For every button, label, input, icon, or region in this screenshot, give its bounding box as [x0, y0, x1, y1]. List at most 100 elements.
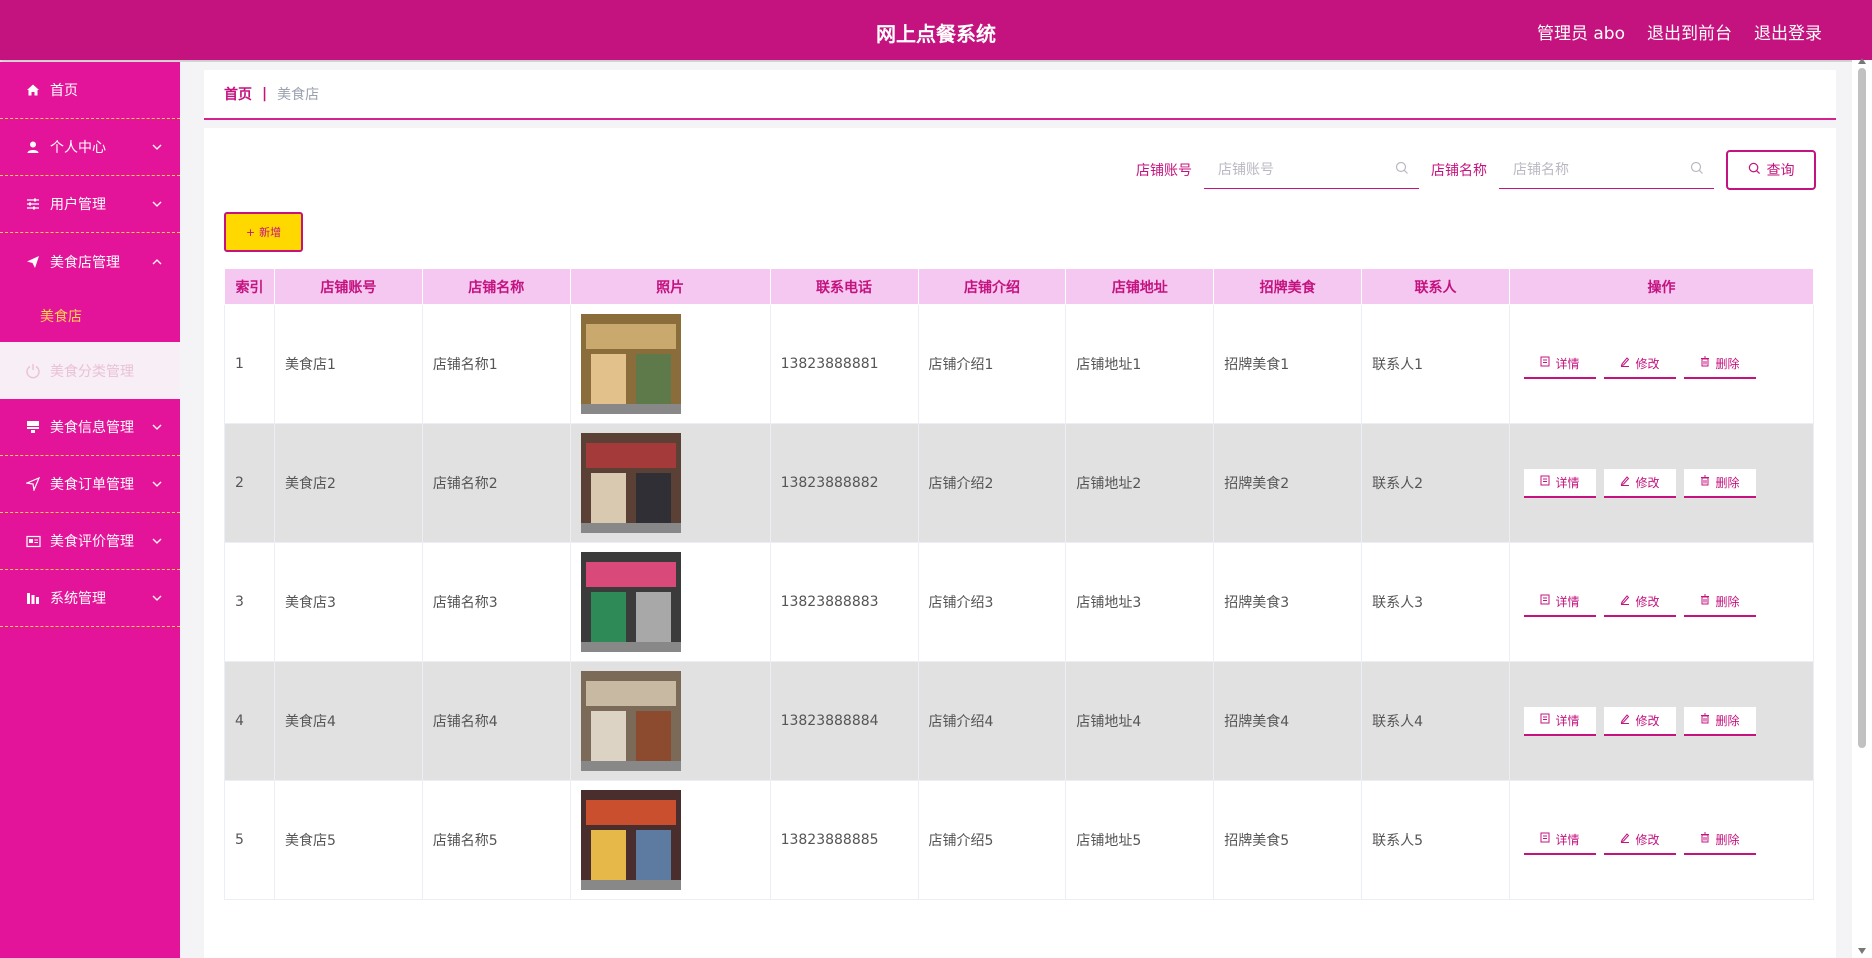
- search-icon: [1395, 161, 1409, 179]
- actions-cell: 详情 修改 删除: [1508, 542, 1815, 662]
- photo-cell: [569, 661, 771, 781]
- table-row: 3 美食店3 店铺名称3 13823888883 店铺介绍3 店铺地址3 招牌美食3 联系人3…: [224, 542, 1815, 662]
- column-header: 操作: [1508, 268, 1815, 305]
- sidebar-item-orders[interactable]: 美食订单管理: [0, 456, 180, 513]
- name-search-field[interactable]: [1499, 151, 1714, 189]
- card-icon: [24, 532, 42, 550]
- cell-contact: 联系人5: [1361, 780, 1510, 900]
- delete-button[interactable]: 删除: [1683, 825, 1756, 855]
- detail-button[interactable]: 详情: [1523, 825, 1596, 855]
- edit-button[interactable]: 修改: [1603, 468, 1676, 498]
- shop-photo: [580, 314, 681, 414]
- sidebar-item-shops[interactable]: 美食店管理: [0, 233, 180, 290]
- column-header[interactable]: 联系电话: [769, 268, 919, 305]
- edit-button[interactable]: 修改: [1603, 349, 1676, 379]
- table-body: 1 美食店1 店铺名称1 13823888881 店铺介绍1 店铺地址1 招牌美食1 联系人1…: [224, 304, 1815, 900]
- delete-button[interactable]: 删除: [1683, 587, 1756, 617]
- photo-cell: [569, 423, 771, 543]
- cell-address: 店铺地址4: [1065, 661, 1215, 781]
- sidebar-item-label: 个人中心: [50, 140, 106, 156]
- account-search-input[interactable]: [1218, 161, 1378, 178]
- cell-food: 招牌美食5: [1213, 780, 1363, 900]
- document-icon: [1540, 713, 1550, 727]
- scroll-thumb[interactable]: [1858, 68, 1866, 748]
- cell-contact: 联系人2: [1361, 423, 1510, 543]
- delete-button[interactable]: 删除: [1683, 706, 1756, 736]
- edit-icon: [1620, 713, 1630, 727]
- sidebar-item-label: 美食信息管理: [50, 420, 134, 436]
- breadcrumb-separator: |: [262, 86, 268, 102]
- search-icon: [1690, 161, 1704, 179]
- breadcrumb-current: 美食店: [277, 87, 320, 103]
- trash-icon: [1700, 713, 1710, 727]
- shop-photo: [580, 671, 681, 771]
- add-button-label: 新增: [259, 226, 282, 239]
- cell-contact: 联系人3: [1361, 542, 1510, 662]
- chevron-down-icon: [152, 139, 162, 155]
- detail-button[interactable]: 详情: [1523, 349, 1596, 379]
- cell-intro: 店铺介绍1: [917, 304, 1067, 424]
- top-header: 网上点餐系统 管理员 abo 退出到前台 退出登录: [0, 0, 1872, 60]
- page-scrollbar[interactable]: [1852, 58, 1872, 958]
- sidebar-item-food-info[interactable]: 美食信息管理: [0, 399, 180, 456]
- sidebar-item-home[interactable]: 首页: [0, 62, 180, 119]
- detail-button[interactable]: 详情: [1523, 706, 1596, 736]
- cell-index: 4: [224, 661, 275, 781]
- cell-account: 美食店4: [273, 661, 423, 781]
- cell-phone: 13823888883: [769, 542, 919, 662]
- detail-label: 详情: [1555, 356, 1580, 371]
- account-search-field[interactable]: [1204, 151, 1419, 189]
- delete-button[interactable]: 删除: [1683, 468, 1756, 498]
- column-header[interactable]: 招牌美食: [1213, 268, 1363, 305]
- edit-button[interactable]: 修改: [1603, 825, 1676, 855]
- column-header[interactable]: 联系人: [1361, 268, 1510, 305]
- column-header[interactable]: 店铺介绍: [917, 268, 1067, 305]
- edit-label: 修改: [1635, 356, 1660, 371]
- cell-contact: 联系人1: [1361, 304, 1510, 424]
- cell-index: 1: [224, 304, 275, 424]
- column-header[interactable]: 店铺账号: [273, 268, 423, 305]
- document-icon: [1540, 356, 1550, 370]
- detail-button[interactable]: 详情: [1523, 468, 1596, 498]
- edit-button[interactable]: 修改: [1603, 587, 1676, 617]
- power-icon: [24, 362, 42, 380]
- detail-button[interactable]: 详情: [1523, 587, 1596, 617]
- name-search-input[interactable]: [1513, 161, 1673, 178]
- edit-button[interactable]: 修改: [1603, 706, 1676, 736]
- column-header[interactable]: 店铺地址: [1065, 268, 1215, 305]
- back-to-front-link[interactable]: 退出到前台: [1647, 19, 1732, 44]
- sidebar-item-label: 系统管理: [50, 591, 106, 607]
- logout-link[interactable]: 退出登录: [1754, 19, 1822, 44]
- delete-label: 删除: [1715, 475, 1740, 490]
- sidebar-item-reviews[interactable]: 美食评价管理: [0, 513, 180, 570]
- cell-index: 3: [224, 542, 275, 662]
- chart-icon: [24, 589, 42, 607]
- column-header[interactable]: 索引: [224, 268, 275, 305]
- cell-address: 店铺地址3: [1065, 542, 1215, 662]
- chevron-down-icon: [152, 590, 162, 606]
- sidebar-item-personal[interactable]: 个人中心: [0, 119, 180, 176]
- query-button[interactable]: 查询: [1726, 150, 1816, 190]
- column-header[interactable]: 照片: [569, 268, 771, 305]
- sidebar-item-category[interactable]: 美食分类管理: [0, 342, 180, 399]
- sidebar-item-label: 用户管理: [50, 197, 106, 213]
- shop-table: 索引 店铺账号 店铺名称 照片 联系电话 店铺介绍 店铺地址 招牌美食 联系人 …: [224, 268, 1815, 900]
- sidebar-item-users[interactable]: 用户管理: [0, 176, 180, 233]
- cell-address: 店铺地址1: [1065, 304, 1215, 424]
- detail-label: 详情: [1555, 832, 1580, 847]
- actions-cell: 详情 修改 删除: [1508, 780, 1815, 900]
- add-button[interactable]: + 新增: [224, 212, 303, 252]
- column-header[interactable]: 店铺名称: [421, 268, 571, 305]
- trash-icon: [1700, 832, 1710, 846]
- cell-intro: 店铺介绍2: [917, 423, 1067, 543]
- scroll-up-arrow-icon[interactable]: [1858, 58, 1866, 64]
- delete-button[interactable]: 删除: [1683, 349, 1756, 379]
- cell-food: 招牌美食3: [1213, 542, 1363, 662]
- sidebar-subitem-shop[interactable]: 美食店: [0, 290, 180, 342]
- scroll-down-arrow-icon[interactable]: [1858, 948, 1866, 954]
- actions-cell: 详情 修改 删除: [1508, 423, 1815, 543]
- breadcrumb-home[interactable]: 首页: [224, 84, 252, 104]
- cell-name: 店铺名称1: [421, 304, 571, 424]
- sidebar-item-system[interactable]: 系统管理: [0, 570, 180, 627]
- edit-label: 修改: [1635, 713, 1660, 728]
